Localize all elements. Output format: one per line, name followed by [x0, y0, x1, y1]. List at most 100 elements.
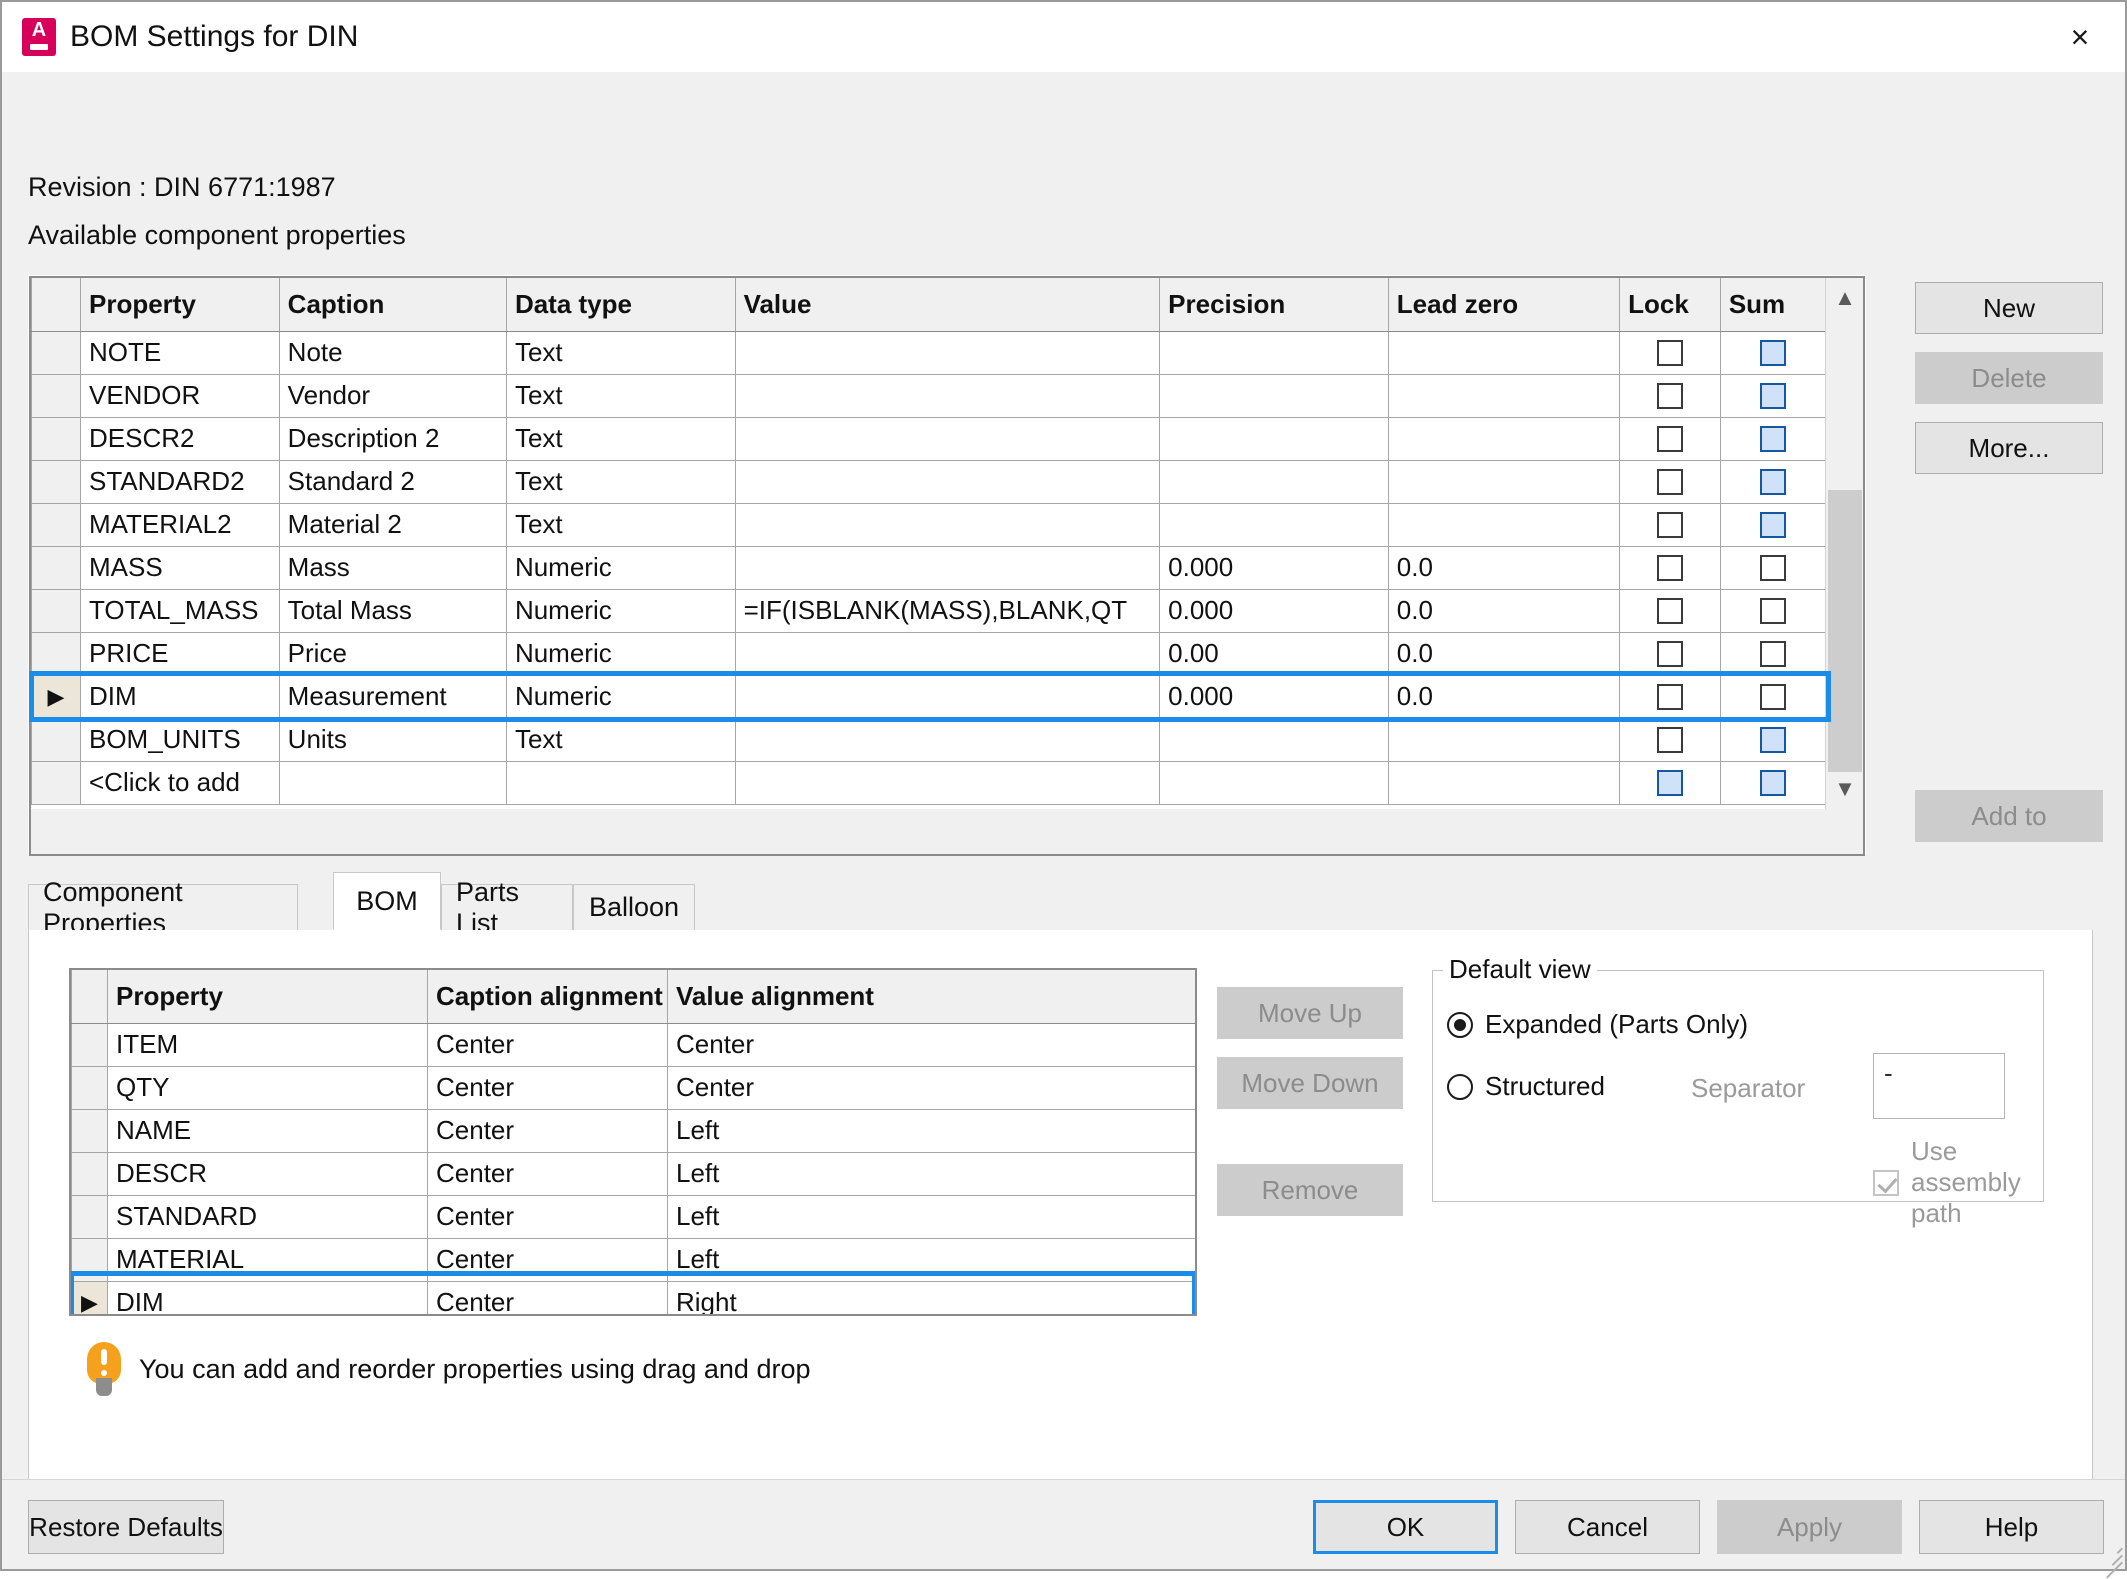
column-header-precision[interactable]: Precision — [1160, 278, 1389, 331]
add-to-button[interactable]: Add to — [1915, 790, 2103, 842]
checkbox[interactable] — [1657, 598, 1683, 624]
row-selector-cell[interactable]: ▶ — [32, 675, 81, 718]
cell-caption[interactable]: Units — [279, 718, 506, 761]
column-header-lead-zero[interactable]: Lead zero — [1388, 278, 1619, 331]
checkbox[interactable] — [1657, 512, 1683, 538]
column-header-value-alignment[interactable]: Value alignment — [668, 970, 1196, 1023]
checkbox[interactable] — [1657, 426, 1683, 452]
cell-caption[interactable]: Description 2 — [279, 417, 506, 460]
table-row[interactable]: DESCR2Description 2Text — [32, 417, 1827, 460]
table-row[interactable]: QTYCenterCenter — [72, 1066, 1196, 1109]
row-selector-cell[interactable] — [72, 1152, 108, 1195]
cell-lead-zero[interactable]: 0.0 — [1388, 675, 1619, 718]
cell-sum[interactable] — [1720, 460, 1826, 503]
cell-sum[interactable] — [1720, 632, 1826, 675]
cell-property[interactable]: PRICE — [80, 632, 279, 675]
cell-data-type[interactable]: Numeric — [506, 546, 735, 589]
cell-sum[interactable] — [1720, 546, 1826, 589]
tab-balloon[interactable]: Balloon — [573, 884, 695, 930]
cell-lock[interactable] — [1620, 460, 1721, 503]
cell-value-alignment[interactable]: Left — [668, 1195, 1196, 1238]
table-row[interactable]: STANDARDCenterLeft — [72, 1195, 1196, 1238]
checkbox[interactable] — [1760, 555, 1786, 581]
cell-value[interactable] — [735, 460, 1160, 503]
cell-lock[interactable] — [1620, 331, 1721, 374]
cell-caption-alignment[interactable]: Center — [428, 1238, 668, 1281]
table-row[interactable]: MATERIAL2Material 2Text — [32, 503, 1827, 546]
cell-lock[interactable] — [1620, 718, 1721, 761]
cell-value[interactable] — [735, 718, 1160, 761]
cell-value[interactable] — [735, 417, 1160, 460]
cell-property[interactable]: DESCR — [108, 1152, 428, 1195]
row-selector-cell[interactable] — [32, 589, 81, 632]
cell-value[interactable] — [735, 331, 1160, 374]
resize-grip[interactable] — [2097, 1541, 2123, 1567]
cell-lead-zero[interactable]: 0.0 — [1388, 546, 1619, 589]
cell-property[interactable]: DIM — [108, 1281, 428, 1316]
row-selector-cell[interactable]: ▶ — [72, 1281, 108, 1316]
cell-value-alignment[interactable]: Right — [668, 1281, 1196, 1316]
table-row[interactable]: NOTENoteText — [32, 331, 1827, 374]
column-header-property[interactable]: Property — [108, 970, 428, 1023]
row-selector-cell[interactable] — [32, 761, 81, 804]
cell-value-alignment[interactable]: Left — [668, 1152, 1196, 1195]
cell-property[interactable]: <Click to add — [80, 761, 279, 804]
cell-lock[interactable] — [1620, 374, 1721, 417]
row-selector-cell[interactable] — [32, 331, 81, 374]
cell-precision[interactable] — [1160, 761, 1389, 804]
cell-caption[interactable] — [279, 761, 506, 804]
cell-lead-zero[interactable]: 0.0 — [1388, 589, 1619, 632]
cell-caption[interactable]: Mass — [279, 546, 506, 589]
cell-data-type[interactable]: Numeric — [506, 675, 735, 718]
cell-value[interactable] — [735, 503, 1160, 546]
cell-lock[interactable] — [1620, 546, 1721, 589]
cell-value[interactable] — [735, 675, 1160, 718]
new-button[interactable]: New — [1915, 282, 2103, 334]
row-selector-cell[interactable] — [72, 1066, 108, 1109]
cell-value[interactable] — [735, 761, 1160, 804]
row-selector-cell[interactable] — [32, 632, 81, 675]
cell-value[interactable] — [735, 632, 1160, 675]
cell-lock[interactable] — [1620, 675, 1721, 718]
table-row[interactable]: DESCRCenterLeft — [72, 1152, 1196, 1195]
cell-data-type[interactable]: Text — [506, 374, 735, 417]
top-grid-viewport[interactable]: PropertyCaptionData typeValuePrecisionLe… — [31, 278, 1829, 809]
row-selector-cell[interactable] — [72, 1109, 108, 1152]
cell-property[interactable]: STANDARD2 — [80, 460, 279, 503]
tab-bom[interactable]: BOM — [333, 872, 441, 930]
table-row[interactable]: NAMECenterLeft — [72, 1109, 1196, 1152]
cell-value[interactable]: =IF(ISBLANK(MASS),BLANK,QT — [735, 589, 1160, 632]
cell-value-alignment[interactable]: Left — [668, 1238, 1196, 1281]
cell-sum[interactable] — [1720, 374, 1826, 417]
move-down-button[interactable]: Move Down — [1217, 1057, 1403, 1109]
cell-sum[interactable] — [1720, 331, 1826, 374]
checkbox[interactable] — [1760, 684, 1786, 710]
checkbox[interactable] — [1657, 727, 1683, 753]
cell-data-type[interactable]: Text — [506, 460, 735, 503]
cell-precision[interactable]: 0.000 — [1160, 589, 1389, 632]
checkbox[interactable] — [1760, 641, 1786, 667]
cell-caption[interactable]: Standard 2 — [279, 460, 506, 503]
cell-property[interactable]: TOTAL_MASS — [80, 589, 279, 632]
cell-lead-zero[interactable] — [1388, 331, 1619, 374]
cell-property[interactable]: DESCR2 — [80, 417, 279, 460]
cell-value[interactable] — [735, 546, 1160, 589]
cell-value-alignment[interactable]: Center — [668, 1066, 1196, 1109]
cell-lead-zero[interactable]: 0.0 — [1388, 632, 1619, 675]
table-row[interactable]: PRICEPriceNumeric0.000.0 — [32, 632, 1827, 675]
table-row[interactable]: TOTAL_MASSTotal MassNumeric=IF(ISBLANK(M… — [32, 589, 1827, 632]
cell-precision[interactable] — [1160, 503, 1389, 546]
cell-property[interactable]: NAME — [108, 1109, 428, 1152]
row-selector-cell[interactable] — [32, 718, 81, 761]
cell-lock[interactable] — [1620, 761, 1721, 804]
cell-sum[interactable] — [1720, 718, 1826, 761]
table-row[interactable]: ITEMCenterCenter — [72, 1023, 1196, 1066]
cell-data-type[interactable]: Text — [506, 503, 735, 546]
checkbox[interactable] — [1657, 383, 1683, 409]
cell-caption-alignment[interactable]: Center — [428, 1109, 668, 1152]
cell-value[interactable] — [735, 374, 1160, 417]
cancel-button[interactable]: Cancel — [1515, 1500, 1700, 1554]
cell-lock[interactable] — [1620, 632, 1721, 675]
cell-lead-zero[interactable] — [1388, 718, 1619, 761]
remove-button[interactable]: Remove — [1217, 1164, 1403, 1216]
